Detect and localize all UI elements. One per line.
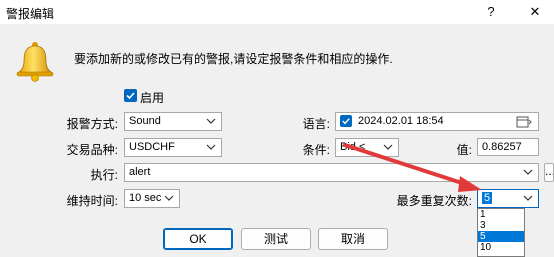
chevron-down-icon: [206, 118, 216, 124]
checkbox-icon: [342, 118, 350, 125]
duration-label: 维持时间:: [66, 194, 118, 208]
repeat-option[interactable]: 3: [478, 220, 524, 231]
alert-type-label: 报警方式:: [66, 117, 118, 131]
repeat-option[interactable]: 10: [478, 242, 524, 253]
annotation-arrow-icon: [343, 143, 482, 192]
repeat-option[interactable]: 5: [478, 231, 524, 242]
symbol-label: 交易品种:: [66, 143, 118, 157]
datetime-checkbox[interactable]: [340, 115, 352, 127]
repeat-dropdown-list[interactable]: 1 3 5 10: [477, 208, 525, 257]
ok-button[interactable]: OK: [163, 228, 233, 250]
chevron-down-icon: [523, 169, 533, 175]
chevron-down-icon: [164, 195, 174, 201]
title-bar: [0, 0, 554, 24]
enable-checkbox[interactable]: [124, 89, 137, 102]
symbol-value: USDCHF: [129, 141, 175, 153]
alert-type-value: Sound: [129, 115, 161, 127]
cancel-button[interactable]: 取消: [318, 228, 388, 250]
help-button[interactable]: ?: [478, 3, 504, 21]
bell-icon: [15, 40, 55, 82]
chevron-down-icon: [206, 144, 216, 150]
chevron-down-icon: [523, 195, 533, 201]
repeat-option[interactable]: 1: [478, 209, 524, 220]
datetime-picker[interactable]: 2024.02.01 18:54: [335, 112, 539, 131]
browse-button[interactable]: ...: [544, 163, 554, 182]
checkbox-icon: [126, 92, 135, 100]
window-title: 警报编辑: [6, 7, 55, 21]
intro-text: 要添加新的或修改已有的警报,请设定报警条件和相应的操作.: [74, 52, 393, 66]
symbol-select[interactable]: USDCHF: [124, 138, 222, 157]
execute-value: alert: [129, 166, 151, 178]
datetime-value: 2024.02.01 18:54: [358, 115, 444, 127]
execute-label: 执行:: [90, 168, 118, 182]
duration-select[interactable]: 10 sec: [124, 189, 180, 208]
calendar-icon[interactable]: [516, 115, 532, 128]
duration-value: 10 sec: [129, 192, 162, 204]
language-label: 语言:: [302, 117, 330, 131]
close-button[interactable]: ✕: [522, 3, 548, 21]
condition-label: 条件:: [302, 143, 330, 157]
alert-type-select[interactable]: Sound: [124, 112, 222, 131]
test-button[interactable]: 测试: [241, 228, 311, 250]
enable-label: 启用: [140, 91, 165, 105]
